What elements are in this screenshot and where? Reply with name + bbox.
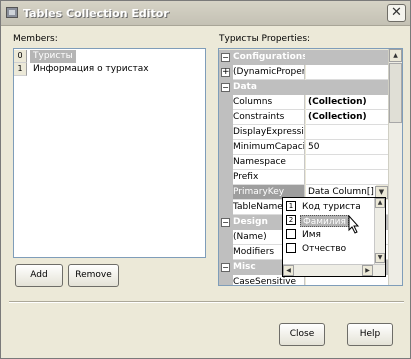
member-index: 0: [14, 50, 27, 63]
row-gutter: [219, 230, 233, 245]
row-gutter: [219, 275, 233, 285]
property-name: Columns: [233, 95, 305, 110]
row-gutter: [219, 185, 233, 200]
collapse-icon[interactable]: −: [221, 83, 230, 92]
expand-icon[interactable]: +: [221, 68, 230, 77]
scroll-down-icon[interactable]: ▼: [375, 253, 385, 263]
category-name: Configurations: [233, 52, 305, 62]
scroll-up-icon[interactable]: ▲: [389, 49, 402, 62]
dropdown-item[interactable]: 2 Фамилия: [286, 215, 376, 228]
property-name: (DynamicPropert: [233, 65, 305, 80]
grid-category-configurations[interactable]: − Configurations: [219, 50, 389, 65]
window-icon: [6, 7, 18, 18]
property-name: Namespace: [233, 155, 305, 170]
scroll-right-icon[interactable]: ▶: [362, 265, 373, 276]
column-name: Отчество: [302, 244, 347, 254]
row-gutter: [219, 245, 233, 260]
property-name: Constraints: [233, 110, 305, 125]
scroll-left-icon[interactable]: ◀: [283, 265, 294, 276]
window-close-button[interactable]: ✕: [387, 4, 406, 22]
mouse-cursor-icon: [348, 215, 360, 234]
checkbox[interactable]: 1: [286, 201, 296, 211]
members-list-item[interactable]: 1 Информация о туристах: [14, 63, 205, 76]
collapse-icon[interactable]: −: [221, 218, 230, 227]
members-list-item[interactable]: 0 Туристы: [14, 50, 205, 63]
column-name: Фамилия: [300, 215, 349, 227]
grid-row-display-expression[interactable]: DisplayExpressio: [219, 125, 389, 140]
separator: [9, 301, 404, 303]
row-gutter: [219, 95, 233, 110]
row-gutter: [219, 110, 233, 125]
add-button[interactable]: Add: [15, 264, 63, 287]
members-label: Members:: [13, 34, 58, 44]
property-value[interactable]: 50: [306, 140, 389, 155]
member-label: Туристы: [30, 50, 76, 63]
scroll-up-icon[interactable]: ▲: [375, 198, 385, 208]
window-title: Tables Collection Editor: [23, 7, 169, 20]
property-value[interactable]: [306, 125, 389, 140]
property-value[interactable]: [306, 65, 389, 80]
dropdown-vertical-scrollbar[interactable]: ▲ ▼: [374, 198, 385, 264]
category-name: Data: [233, 82, 257, 92]
property-name: MinimumCapacity: [233, 140, 305, 155]
property-value[interactable]: [306, 155, 389, 170]
dropdown-item[interactable]: Отчество: [286, 243, 376, 256]
column-name: Имя: [302, 230, 321, 240]
grid-row-columns[interactable]: Columns (Collection): [219, 95, 389, 110]
property-value[interactable]: (Collection): [306, 110, 389, 125]
grid-row-constraints[interactable]: Constraints (Collection): [219, 110, 389, 125]
dropdown-item[interactable]: 1 Код туриста: [286, 201, 376, 214]
column-name: Код туриста: [302, 202, 361, 212]
checkbox[interactable]: [286, 243, 296, 253]
row-gutter: [219, 170, 233, 185]
dropdown-item[interactable]: Имя: [286, 229, 376, 242]
row-gutter: [219, 125, 233, 140]
property-grid-scrollbar[interactable]: ▲: [388, 49, 402, 285]
row-gutter: [219, 140, 233, 155]
title-bar[interactable]: Tables Collection Editor ✕: [1, 1, 410, 26]
primary-key-dropdown[interactable]: 1 Код туриста 2 Фамилия Имя Отчество ▲ ▼…: [282, 197, 386, 277]
grid-row-dynamic-properties[interactable]: + (DynamicPropert: [219, 65, 389, 80]
member-index: 1: [14, 63, 27, 76]
collapse-icon[interactable]: −: [221, 263, 230, 272]
properties-label: Туристы Properties:: [219, 34, 311, 44]
checkbox[interactable]: 2: [286, 215, 296, 225]
grid-row-namespace[interactable]: Namespace: [219, 155, 389, 170]
members-list[interactable]: 0 Туристы 1 Информация о туристах: [13, 48, 206, 258]
member-label: Информация о туристах: [33, 64, 149, 74]
help-button[interactable]: Help: [347, 323, 393, 346]
checkbox[interactable]: [286, 229, 296, 239]
property-name: DisplayExpressio: [233, 125, 305, 140]
property-name: Prefix: [233, 170, 305, 185]
property-value[interactable]: (Collection): [306, 95, 389, 110]
close-button[interactable]: Close: [279, 323, 325, 346]
grid-category-data[interactable]: − Data: [219, 80, 389, 95]
remove-button[interactable]: Remove: [68, 264, 119, 287]
collapse-icon[interactable]: −: [221, 53, 230, 62]
grid-row-minimum-capacity[interactable]: MinimumCapacity 50: [219, 140, 389, 155]
row-gutter: [219, 200, 233, 215]
tables-collection-editor-window: Tables Collection Editor ✕ Members: 0 Ту…: [0, 0, 411, 359]
row-gutter: [219, 155, 233, 170]
scrollbar-thumb[interactable]: [389, 63, 402, 123]
dropdown-horizontal-scrollbar[interactable]: ◀ ▶: [283, 264, 385, 276]
property-value[interactable]: [306, 170, 389, 185]
grid-row-prefix[interactable]: Prefix: [219, 170, 389, 185]
